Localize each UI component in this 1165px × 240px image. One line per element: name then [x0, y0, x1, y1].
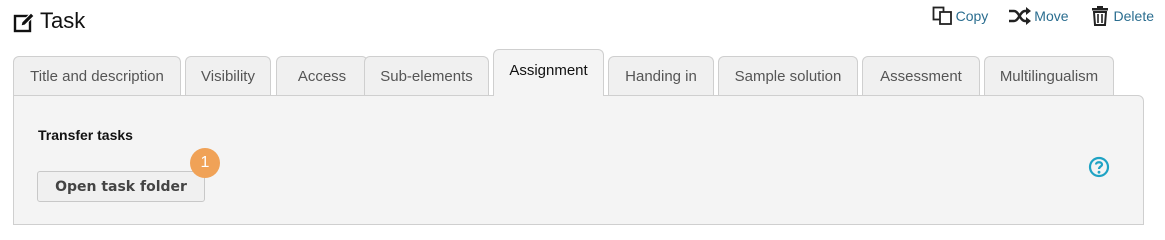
shuffle-icon [1009, 7, 1032, 25]
delete-button[interactable]: Delete [1091, 6, 1154, 26]
move-button[interactable]: Move [1008, 7, 1069, 25]
open-task-folder-button[interactable]: Open task folder [37, 171, 205, 202]
page-title: Task [40, 8, 86, 33]
copy-icon [932, 6, 952, 25]
help-icon[interactable] [1088, 156, 1110, 178]
tab-assignment[interactable]: Assignment [493, 49, 604, 96]
tab-access[interactable]: Access [276, 56, 368, 95]
step-badge: 1 [190, 148, 220, 178]
delete-label: Delete [1113, 8, 1154, 24]
tab-sub-elements[interactable]: Sub-elements [364, 56, 489, 95]
assignment-panel: Transfer tasks Open task folder [13, 95, 1144, 225]
page-header: Task [13, 6, 85, 36]
action-bar: Copy Move Delete [932, 4, 1165, 28]
copy-button[interactable]: Copy [932, 6, 989, 26]
section-title: Transfer tasks [38, 127, 133, 143]
tab-title-and-description[interactable]: Title and description [13, 56, 181, 95]
tab-bar: Title and description Visibility Access … [13, 49, 1165, 96]
tab-multilingualism[interactable]: Multilingualism [984, 56, 1114, 95]
tab-handing-in[interactable]: Handing in [608, 56, 714, 95]
trash-icon [1091, 6, 1108, 26]
move-label: Move [1034, 8, 1069, 24]
tab-visibility[interactable]: Visibility [185, 56, 271, 95]
edit-icon [13, 12, 35, 33]
copy-label: Copy [955, 8, 989, 24]
tab-assessment[interactable]: Assessment [862, 56, 980, 95]
tab-sample-solution[interactable]: Sample solution [718, 56, 858, 95]
